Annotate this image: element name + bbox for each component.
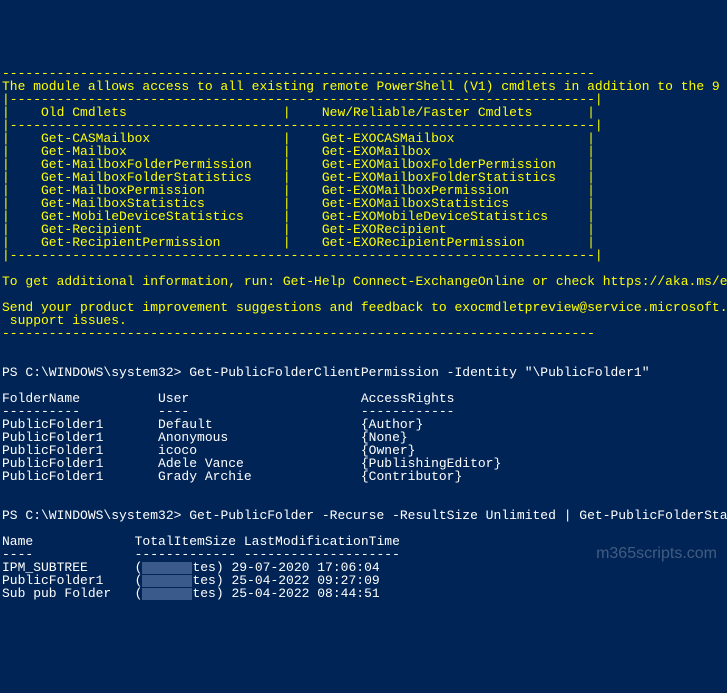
table-row: Sub pub Folder (tes) 25-04-2022 08:44:51 — [2, 586, 380, 601]
redacted-value — [142, 575, 192, 587]
watermark-text: m365scripts.com — [596, 546, 717, 562]
banner-end-rule: ----------------------------------------… — [2, 326, 595, 341]
ps-prompt[interactable]: PS C:\WINDOWS\system32> — [2, 508, 189, 523]
command-text: Get-PublicFolderClientPermission -Identi… — [189, 365, 649, 380]
redacted-value — [142, 588, 192, 600]
table-border-bottom: |---------------------------------------… — [2, 248, 603, 263]
terminal-output: ----------------------------------------… — [0, 52, 727, 602]
table-row: PublicFolder1 Grady Archie {Contributor} — [2, 469, 462, 484]
command-text: Get-PublicFolder -Recurse -ResultSize Un… — [189, 508, 727, 523]
redacted-value — [142, 562, 192, 574]
info-line: To get additional information, run: Get-… — [2, 274, 727, 289]
ps-prompt[interactable]: PS C:\WINDOWS\system32> — [2, 365, 189, 380]
